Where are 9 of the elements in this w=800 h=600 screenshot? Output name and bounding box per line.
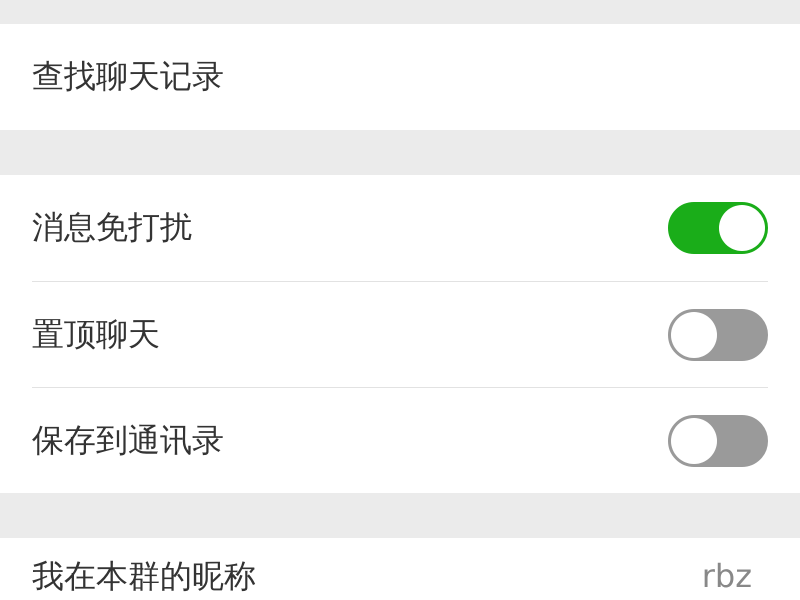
toggle-switch[interactable] <box>668 308 768 360</box>
setting-label: 置顶聊天 <box>32 318 160 352</box>
toggle-switch[interactable] <box>668 414 768 466</box>
setting-label[interactable]: 查找聊天记录 <box>32 60 224 94</box>
setting-value: rbz <box>702 560 752 594</box>
toggle-switch[interactable] <box>668 202 768 254</box>
setting-label[interactable]: 我在本群的昵称 <box>32 560 256 594</box>
setting-label: 保存到通讯录 <box>32 424 224 458</box>
setting-label: 消息免打扰 <box>32 211 192 245</box>
